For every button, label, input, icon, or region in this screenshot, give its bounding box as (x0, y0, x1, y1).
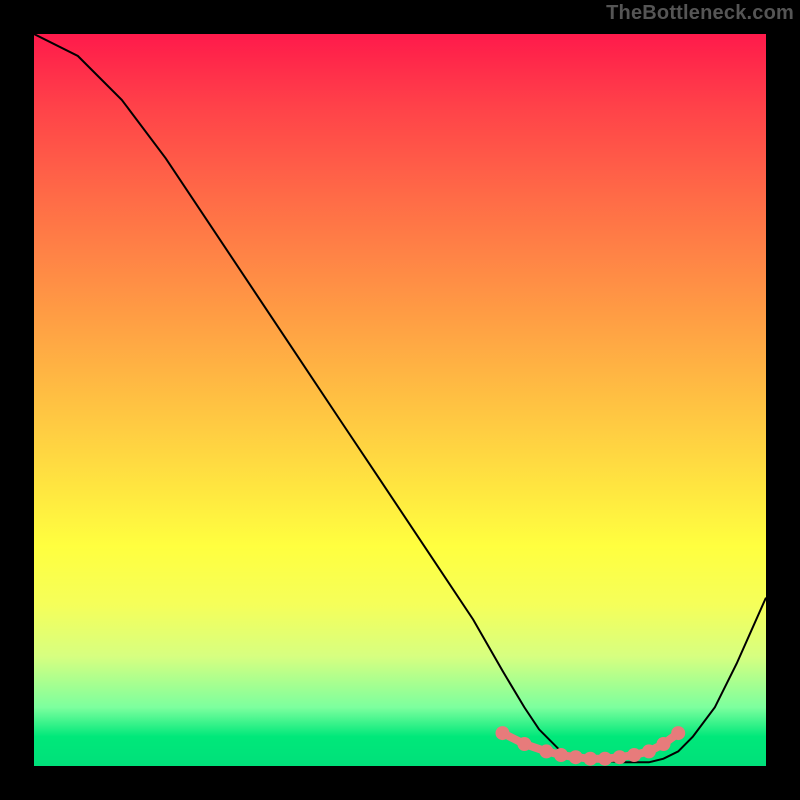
optimal-marker-dot (657, 737, 671, 751)
chart-overlay-svg (34, 34, 766, 766)
attribution-text: TheBottleneck.com (606, 2, 794, 25)
bottleneck-curve (34, 34, 766, 762)
optimal-marker-dot (496, 726, 510, 740)
optimal-marker-dot (642, 744, 656, 758)
chart-plot-area (34, 34, 766, 766)
optimal-marker-dot (569, 750, 583, 764)
optimal-marker-dot (671, 726, 685, 740)
optimal-marker-dot (539, 744, 553, 758)
optimal-marker-dot (598, 752, 612, 766)
optimal-marker-dot (517, 737, 531, 751)
optimal-marker-dot (627, 748, 641, 762)
optimal-marker-dot (583, 752, 597, 766)
optimal-marker-dot (554, 748, 568, 762)
chart-frame: TheBottleneck.com (0, 0, 800, 800)
optimal-marker-dot (613, 750, 627, 764)
